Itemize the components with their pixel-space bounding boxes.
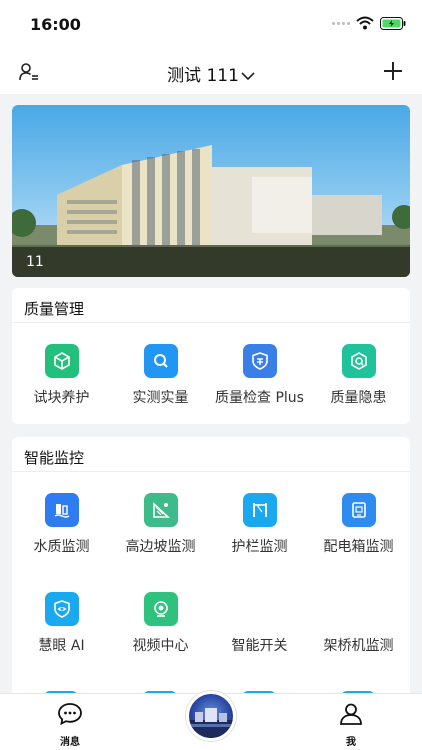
divider (12, 471, 410, 472)
tab-label: 消息 (60, 737, 80, 748)
hazard-icon (341, 344, 376, 378)
eye-icon (44, 592, 79, 626)
grid-item-quality-hazard[interactable]: 质量隐患 (309, 344, 408, 407)
chevron-down-icon (241, 72, 255, 81)
grid-item-label: 水质监测 (33, 539, 90, 555)
grid-item-test-block-curing[interactable]: 试块养护 (12, 344, 111, 407)
status-icons (332, 16, 406, 30)
slope-icon (143, 493, 178, 527)
grid-item-smart-switch[interactable]: 智能开关 (210, 592, 309, 655)
grid-item-quality-inspection-plus[interactable]: 质量检查 Plus (210, 344, 309, 407)
magnifier-icon (143, 344, 178, 378)
grid-item-measurement[interactable]: 实测实量 (111, 344, 210, 407)
cube-icon (44, 344, 79, 378)
banner-carousel[interactable]: 11 (12, 105, 410, 277)
grid-item-label: 高边坡监测 (125, 539, 196, 555)
grid-item-label: 视频中心 (132, 638, 189, 654)
grid-item-label: 质量隐患 (330, 390, 387, 406)
tab-me[interactable]: 我 (321, 702, 381, 748)
grid-item-distribution-box[interactable]: 配电箱监测 (309, 493, 408, 556)
tab-label: 我 (346, 737, 356, 748)
tab-center-home-button[interactable] (186, 691, 236, 741)
status-time: 16:00 (30, 15, 81, 34)
grid-item-bridge-machine[interactable]: 架桥机监测 (309, 592, 408, 655)
chat-icon (58, 703, 82, 726)
wifi-icon (356, 16, 374, 30)
grid-item-label: 智能开关 (231, 638, 288, 654)
tab-messages[interactable]: 消息 (40, 702, 100, 748)
grid-item-video-center[interactable]: 视频中心 (111, 592, 210, 655)
grid-item-label: 试块养护 (33, 390, 90, 406)
grid-item-water-quality[interactable]: 水质监测 (12, 493, 111, 556)
guardrail-icon (242, 493, 277, 527)
battery-icon (380, 16, 406, 30)
grid-item-label: 护栏监测 (231, 539, 288, 555)
center-avatar-image (189, 708, 233, 738)
quality-shield-icon (242, 344, 277, 378)
add-icon[interactable] (382, 60, 404, 82)
grid-item-label: 慧眼 AI (38, 638, 85, 654)
person-icon (340, 703, 362, 725)
nav-bar: 测试 111 (0, 50, 422, 94)
smart-switch-icon-placeholder (243, 592, 277, 626)
section-title: 质量管理 (24, 300, 85, 318)
bridge-machine-icon-placeholder (342, 592, 376, 626)
project-title: 测试 111 (167, 66, 239, 86)
smart-monitoring-card: 智能监控 水质监测 高边坡监测 护栏监测 配电箱监测 慧眼 AI 视频中心 智能… (12, 437, 410, 707)
grid-item-label: 实测实量 (132, 390, 189, 406)
grid-item-label: 质量检查 Plus (215, 390, 304, 406)
grid-item-label: 配电箱监测 (323, 539, 394, 555)
grid-item-guardrail[interactable]: 护栏监测 (210, 493, 309, 556)
quality-management-card: 质量管理 试块养护 实测实量 质量检查 Plus 质量隐患 (12, 288, 410, 424)
cellular-signal-icon (332, 21, 350, 25)
project-selector[interactable]: 测试 111 (0, 61, 422, 86)
grid-item-high-slope[interactable]: 高边坡监测 (111, 493, 210, 556)
divider (12, 322, 410, 323)
water-quality-icon (44, 493, 79, 527)
banner-caption-bar (12, 247, 410, 277)
distribution-box-icon (341, 493, 376, 527)
section-title: 智能监控 (24, 449, 85, 467)
grid-item-label: 架桥机监测 (323, 638, 394, 654)
camera-icon (143, 592, 178, 626)
grid-item-smart-eye-ai[interactable]: 慧眼 AI (12, 592, 111, 655)
status-bar: 16:00 (0, 0, 422, 50)
banner-caption: 11 (26, 254, 44, 270)
